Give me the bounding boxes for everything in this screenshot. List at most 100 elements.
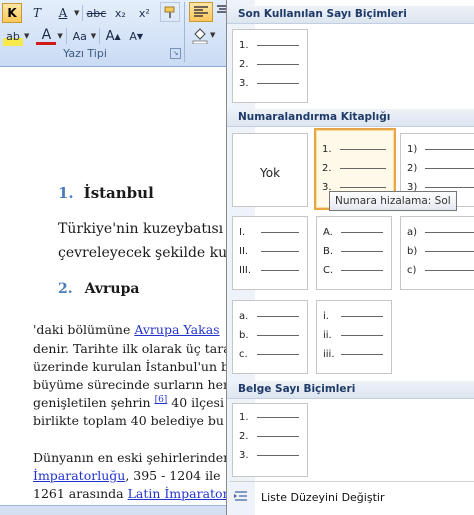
level-label: 2) bbox=[407, 162, 418, 174]
level-label: A. bbox=[323, 226, 333, 238]
toolbar-separator bbox=[82, 5, 84, 21]
body-line[interactable]: Dünyanın en eski şehirlerinden bbox=[33, 450, 231, 465]
level-label: c. bbox=[239, 348, 248, 360]
shrink-font-button[interactable]: A ▼ bbox=[126, 26, 146, 46]
change-list-level-label: Liste Düzeyini Değiştir bbox=[261, 490, 385, 504]
level-label: 3. bbox=[239, 449, 249, 461]
level-line bbox=[425, 167, 474, 169]
italic-button[interactable]: T bbox=[27, 3, 47, 23]
font-color-button[interactable]: A bbox=[36, 27, 57, 45]
level-line bbox=[340, 186, 386, 188]
subscript-button[interactable]: x₂ bbox=[110, 3, 130, 23]
highlight-dropdown-icon[interactable]: ▼ bbox=[24, 32, 29, 40]
level-line bbox=[257, 44, 299, 46]
underline-button[interactable]: A bbox=[53, 3, 73, 23]
level-line bbox=[257, 416, 299, 418]
heading-text: İstanbul bbox=[83, 184, 154, 202]
level-line bbox=[257, 454, 299, 456]
body-line[interactable]: 1261 arasında Latin İmparator bbox=[33, 486, 229, 501]
level-label: 3. bbox=[239, 77, 249, 89]
level-line bbox=[425, 269, 474, 271]
shading-dropdown-icon[interactable]: ▼ bbox=[210, 31, 215, 39]
change-list-level-item[interactable]: Liste Düzeyini Değiştir bbox=[227, 486, 474, 508]
level-line bbox=[425, 148, 474, 150]
level-line bbox=[257, 315, 299, 317]
body-text: 40 ilçesi bbox=[167, 395, 224, 411]
library-tile-roman-upper[interactable]: I. II. III. bbox=[232, 216, 308, 290]
toolbar-separator bbox=[65, 28, 67, 44]
body-line[interactable]: birlikte toplam 40 belediye bu bbox=[33, 413, 224, 428]
level-label: b. bbox=[239, 329, 249, 341]
grow-font-button[interactable]: A ▲ bbox=[103, 26, 123, 46]
align-left-button[interactable] bbox=[189, 2, 213, 22]
library-tile-alpha-upper[interactable]: A. B. C. bbox=[316, 216, 392, 290]
body-text: 'daki bölümüne bbox=[33, 322, 135, 337]
level-label: a) bbox=[407, 226, 418, 238]
heading-avrupa[interactable]: 2. Avrupa bbox=[58, 281, 139, 297]
body-line[interactable]: İmparatorluğu, 395 - 1204 ile bbox=[33, 468, 220, 483]
level-line bbox=[261, 231, 299, 233]
level-line bbox=[340, 148, 386, 150]
level-line bbox=[341, 353, 383, 355]
font-group-label: Yazı Tipi bbox=[63, 47, 107, 60]
body-line[interactable]: 'daki bölümüne Avrupa Yakas bbox=[33, 322, 220, 337]
alignment-tooltip: Numara hizalama: Sol bbox=[329, 191, 457, 211]
reference-link[interactable]: [6] bbox=[155, 395, 168, 405]
level-line bbox=[257, 353, 299, 355]
library-tile-alpha-lower-dot[interactable]: a. b. c. bbox=[232, 300, 308, 374]
level-label: i. bbox=[323, 310, 329, 322]
heading-istanbul[interactable]: 1. İstanbul bbox=[58, 184, 154, 202]
library-tile-alpha-lower-paren[interactable]: a) b) c) bbox=[400, 216, 474, 290]
heading-number: 1. bbox=[58, 184, 74, 202]
paint-bucket-icon bbox=[192, 28, 208, 44]
body-line[interactable]: denir. Tarihte ilk olarak üç tara bbox=[33, 341, 231, 356]
level-label: c) bbox=[407, 264, 417, 276]
level-label: 1. bbox=[239, 39, 249, 51]
latin-imparatorlugu-link[interactable]: Latin İmparator bbox=[128, 486, 229, 501]
change-case-button[interactable]: Aa bbox=[70, 26, 90, 46]
level-line bbox=[341, 334, 383, 336]
ribbon-font-group: K T A ▼ abc x₂ x² ab ▼ A ▼ Aa ▼ A ▲ A ▼ Ya… bbox=[0, 0, 229, 67]
level-line bbox=[341, 269, 383, 271]
underline-dropdown-icon[interactable]: ▼ bbox=[74, 9, 79, 17]
strikethrough-button[interactable]: abc bbox=[86, 3, 107, 23]
level-line bbox=[257, 435, 299, 437]
avrupa-yakasi-link[interactable]: Avrupa Yakas bbox=[134, 322, 219, 337]
dialog-launcher-icon[interactable]: ↘ bbox=[170, 48, 181, 59]
body-line[interactable]: üzerinde kurulan İstanbul'un b bbox=[33, 359, 229, 374]
shading-button[interactable]: ▼ bbox=[191, 25, 223, 45]
format-painter-icon[interactable] bbox=[160, 2, 180, 22]
level-label: B. bbox=[323, 245, 334, 257]
level-label: iii. bbox=[323, 348, 335, 360]
bold-button[interactable]: K bbox=[2, 3, 22, 23]
toolbar-separator bbox=[99, 28, 101, 44]
library-tile-none[interactable]: Yok bbox=[232, 133, 308, 207]
body-line[interactable]: büyüme sürecinde surların her bbox=[33, 377, 229, 392]
change-case-dropdown-icon[interactable]: ▼ bbox=[91, 32, 96, 40]
paragraph-line[interactable]: Türkiye'nin kuzeybatısı bbox=[58, 221, 223, 237]
level-label: 2. bbox=[239, 58, 249, 70]
level-label: I. bbox=[239, 226, 246, 238]
section-header-document: Belge Sayı Biçimleri bbox=[227, 381, 474, 399]
paragraph-line[interactable]: çevreleyecek şekilde ku bbox=[58, 245, 227, 261]
level-label: 2. bbox=[322, 162, 332, 174]
library-tile-roman-lower[interactable]: i. ii. iii. bbox=[316, 300, 392, 374]
status-bar bbox=[0, 505, 229, 515]
level-label: C. bbox=[323, 264, 334, 276]
imparatorlugu-link[interactable]: İmparatorluğu bbox=[33, 468, 125, 483]
none-label: Yok bbox=[259, 166, 281, 180]
level-line bbox=[425, 186, 474, 188]
level-label: II. bbox=[239, 245, 249, 257]
level-line bbox=[341, 250, 383, 252]
font-color-dropdown-icon[interactable]: ▼ bbox=[57, 32, 62, 40]
heading-number: 2. bbox=[58, 281, 73, 297]
body-text: 1261 arasında bbox=[33, 486, 128, 501]
body-line[interactable]: genişletilen şehrin [6] 40 ilçesi bbox=[33, 395, 224, 410]
recent-format-tile[interactable]: 1. 2. 3. bbox=[232, 29, 308, 103]
level-label: a. bbox=[239, 310, 249, 322]
level-label: 1) bbox=[407, 143, 418, 155]
document-format-tile[interactable]: 1. 2. 3. bbox=[232, 403, 308, 477]
level-line bbox=[261, 269, 299, 271]
highlight-button[interactable]: ab bbox=[3, 26, 23, 46]
superscript-button[interactable]: x² bbox=[134, 3, 154, 23]
